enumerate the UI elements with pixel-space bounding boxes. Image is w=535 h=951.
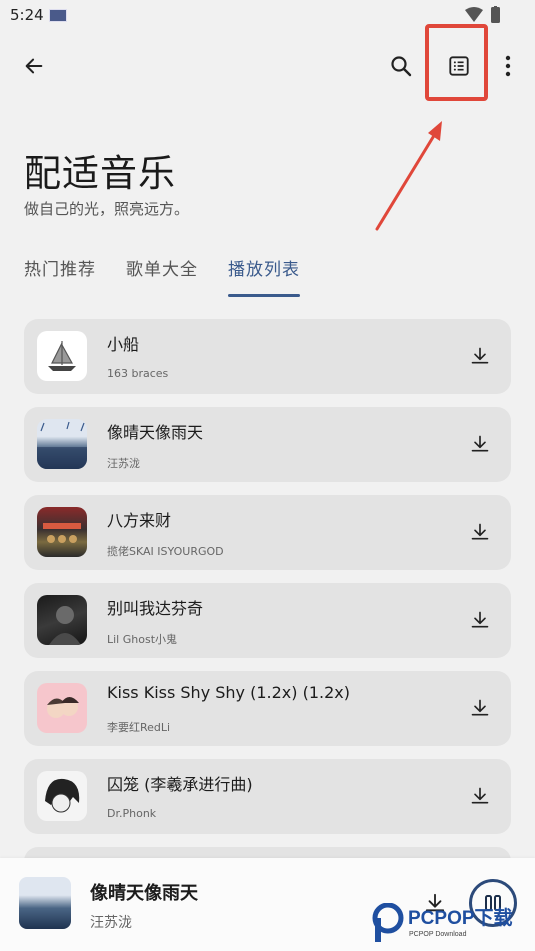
tab-play-queue[interactable]: 播放列表 bbox=[228, 255, 300, 297]
player-song-artist: 汪苏泷 bbox=[90, 915, 132, 931]
album-cover bbox=[37, 331, 87, 381]
watermark-brand: PCPOP下载 bbox=[408, 908, 513, 929]
song-item[interactable]: Kiss Kiss Shy Shy (1.2x) (1.2x) 李要红RedLi bbox=[24, 671, 511, 746]
watermark-logo-icon bbox=[372, 903, 404, 942]
wifi-battery-icon bbox=[465, 6, 500, 23]
download-icon bbox=[471, 611, 489, 628]
page-title: 配适音乐 bbox=[24, 152, 176, 195]
download-button[interactable] bbox=[465, 517, 495, 547]
album-cover bbox=[37, 595, 87, 645]
song-title: 囚笼 (李羲承进行曲) bbox=[107, 775, 253, 794]
song-item[interactable]: 别叫我达芬奇 Lil Ghost小鬼 bbox=[24, 583, 511, 658]
song-artist: 163 braces bbox=[107, 367, 169, 380]
notification-icon bbox=[49, 9, 67, 22]
album-cover bbox=[37, 419, 87, 469]
song-artist: 李要红RedLi bbox=[107, 721, 171, 734]
watermark: PCPOP下载 PCPOP Download bbox=[371, 903, 535, 947]
song-artist: 汪苏泷 bbox=[107, 457, 140, 470]
highlight-box bbox=[425, 24, 488, 101]
song-artist: Dr.Phonk bbox=[107, 807, 157, 820]
song-title: 像晴天像雨天 bbox=[107, 423, 204, 442]
player-song-title: 像晴天像雨天 bbox=[90, 883, 198, 904]
song-title: 小船 bbox=[107, 335, 140, 354]
download-icon bbox=[471, 435, 489, 452]
album-cover bbox=[37, 771, 87, 821]
download-icon bbox=[471, 347, 489, 364]
song-title: 别叫我达芬奇 bbox=[107, 599, 204, 618]
download-icon bbox=[471, 787, 489, 804]
tab-bar: 热门推荐 歌单大全 播放列表 bbox=[24, 255, 300, 297]
back-button[interactable] bbox=[14, 46, 54, 86]
annotation-arrow bbox=[375, 121, 442, 231]
album-cover bbox=[37, 507, 87, 557]
download-button[interactable] bbox=[465, 341, 495, 371]
song-list: 小船 163 braces 像晴天像雨天 汪苏泷 八方来财 揽佬SKAI ISY… bbox=[24, 319, 511, 867]
download-button[interactable] bbox=[465, 605, 495, 635]
search-button[interactable] bbox=[381, 46, 421, 86]
song-item[interactable]: 小船 163 braces bbox=[24, 319, 511, 394]
more-button[interactable] bbox=[490, 46, 526, 86]
search-icon bbox=[391, 56, 412, 77]
download-icon bbox=[471, 699, 489, 716]
watermark-sub: PCPOP Download bbox=[409, 931, 467, 938]
page-subtitle: 做自己的光，照亮远方。 bbox=[24, 200, 190, 218]
tab-playlist-collection[interactable]: 歌单大全 bbox=[126, 255, 198, 297]
song-artist: 揽佬SKAI ISYOURGOD bbox=[107, 545, 224, 558]
download-icon bbox=[471, 523, 489, 540]
download-button[interactable] bbox=[465, 429, 495, 459]
song-item[interactable]: 八方来财 揽佬SKAI ISYOURGOD bbox=[24, 495, 511, 570]
song-title: 八方来财 bbox=[107, 511, 172, 530]
arrow-left-icon bbox=[25, 58, 43, 74]
status-time: 5:24 bbox=[10, 6, 44, 24]
song-item[interactable]: 像晴天像雨天 汪苏泷 bbox=[24, 407, 511, 482]
player-album-cover bbox=[19, 877, 71, 929]
download-button[interactable] bbox=[465, 693, 495, 723]
download-button[interactable] bbox=[465, 781, 495, 811]
tab-hot-recommend[interactable]: 热门推荐 bbox=[24, 255, 96, 297]
album-cover bbox=[37, 683, 87, 733]
song-item[interactable]: 囚笼 (李羲承进行曲) Dr.Phonk bbox=[24, 759, 511, 834]
song-title: Kiss Kiss Shy Shy (1.2x) (1.2x) bbox=[107, 683, 350, 702]
more-vertical-icon bbox=[505, 55, 511, 77]
song-artist: Lil Ghost小鬼 bbox=[107, 633, 178, 646]
